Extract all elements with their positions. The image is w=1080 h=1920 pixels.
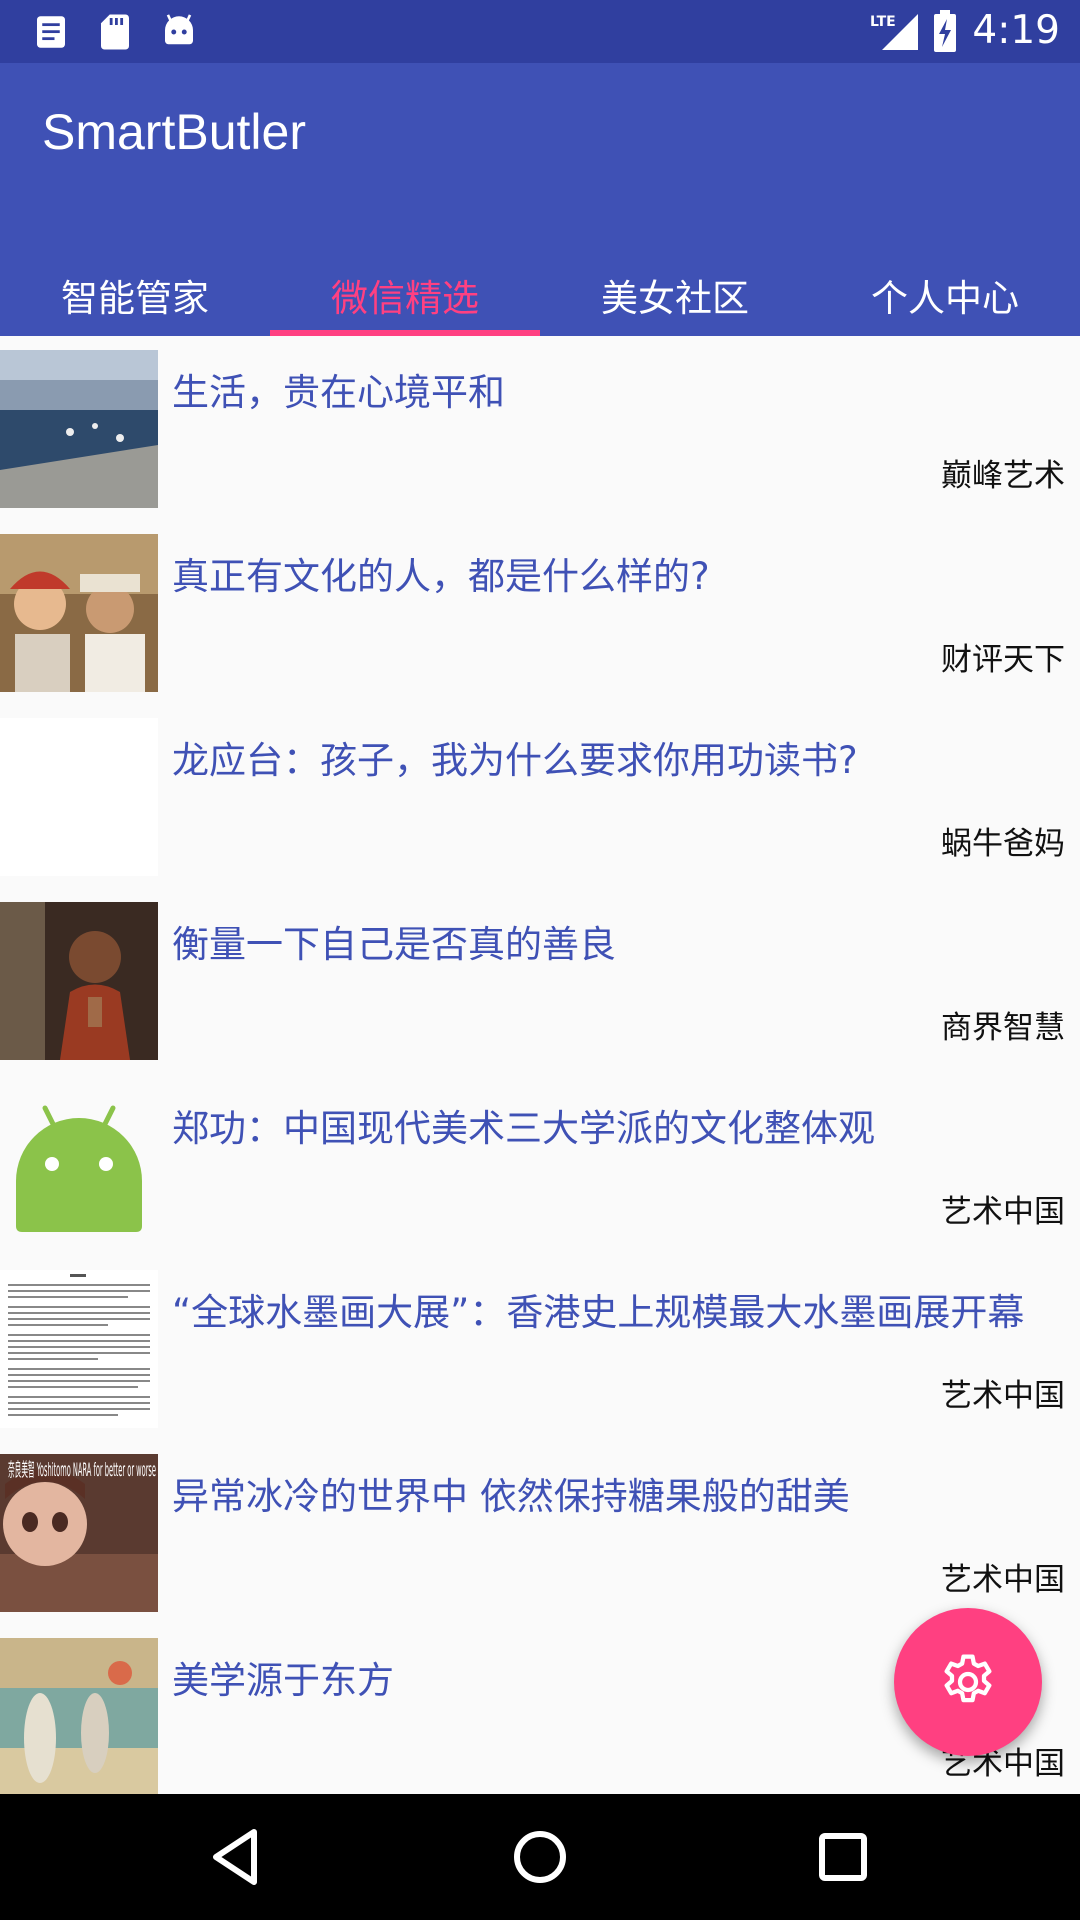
list-item[interactable]: 奈良美智 Yoshitomo NARA for better or worse … [0,1440,1080,1624]
status-bar: LTE 4:19 [0,0,1080,63]
tab-beauty-community[interactable]: 美女社区 [540,238,810,336]
notes-icon [37,16,65,48]
settings-fab-button[interactable] [894,1608,1042,1756]
article-thumbnail [0,902,158,1060]
tab-bar: 智能管家 微信精选 美女社区 个人中心 [0,238,1080,336]
article-thumbnail [0,718,158,876]
battery-charging-icon [934,10,957,52]
app-title: SmartButler [42,104,306,160]
article-source: 艺术中国 [941,1378,1065,1414]
article-source: 蜗牛爸妈 [941,826,1065,862]
article-title: 真正有文化的人，都是什么样的? [172,555,710,598]
navigation-bar [0,1794,1080,1920]
lte-signal-icon: LTE [870,14,919,50]
tab-label: 个人中心 [871,277,1019,320]
article-thumbnail [0,1638,158,1794]
home-icon[interactable] [505,1822,575,1892]
article-thumbnail [0,1270,158,1428]
article-source: 商界智慧 [941,1010,1065,1046]
tab-smart-butler[interactable]: 智能管家 [0,238,270,336]
svg-text:LTE: LTE [870,14,896,30]
app-bar: SmartButler 智能管家 微信精选 美女社区 个人中心 [0,63,1080,336]
settings-gear-icon [944,1654,992,1703]
tab-label: 美女社区 [601,277,749,320]
article-title: “全球水墨画大展”：香港史上规模最大水墨画展开幕 [172,1291,1025,1334]
article-source: 巅峰艺术 [941,458,1065,494]
tab-wechat-selection[interactable]: 微信精选 [270,238,540,336]
article-title: 衡量一下自己是否真的善良 [172,923,616,966]
list-item[interactable]: 郑功：中国现代美术三大学派的文化整体观 艺术中国 [0,1072,1080,1256]
list-item[interactable]: 真正有文化的人，都是什么样的? 财评天下 [0,520,1080,704]
article-thumbnail: 奈良美智 Yoshitomo NARA for better or worse [0,1454,158,1612]
android-placeholder-icon [0,1086,158,1244]
tab-label: 微信精选 [331,277,479,320]
list-item[interactable]: 衡量一下自己是否真的善良 商界智慧 [0,888,1080,1072]
article-source: 财评天下 [941,642,1065,678]
article-title: 郑功：中国现代美术三大学派的文化整体观 [172,1107,875,1150]
article-thumbnail [0,350,158,508]
thumbnail-caption: 奈良美智 Yoshitomo NARA for better or worse [8,1459,156,1481]
list-item[interactable]: 龙应台：孩子，我为什么要求你用功读书? 蜗牛爸妈 [0,704,1080,888]
list-item[interactable]: “全球水墨画大展”：香港史上规模最大水墨画展开幕 艺术中国 [0,1256,1080,1440]
list-item[interactable]: 生活，贵在心境平和 巅峰艺术 [0,336,1080,520]
tab-personal-center[interactable]: 个人中心 [810,238,1080,336]
android-debug-icon [165,14,193,45]
article-list[interactable]: 生活，贵在心境平和 巅峰艺术 真正有文化的人，都是什么样的? 财评天下 龙应台：… [0,336,1080,1794]
back-icon[interactable] [200,1822,270,1892]
status-time: 4:19 [972,8,1060,53]
tab-label: 智能管家 [61,277,209,320]
article-thumbnail [0,534,158,692]
sd-card-icon [101,14,129,50]
article-title: 龙应台：孩子，我为什么要求你用功读书? [172,739,858,782]
article-title: 异常冰冷的世界中 依然保持糖果般的甜美 [172,1475,850,1518]
article-source: 艺术中国 [941,1562,1065,1598]
recents-icon[interactable] [808,1822,878,1892]
article-title: 生活，贵在心境平和 [172,371,505,414]
article-source: 艺术中国 [941,1194,1065,1230]
